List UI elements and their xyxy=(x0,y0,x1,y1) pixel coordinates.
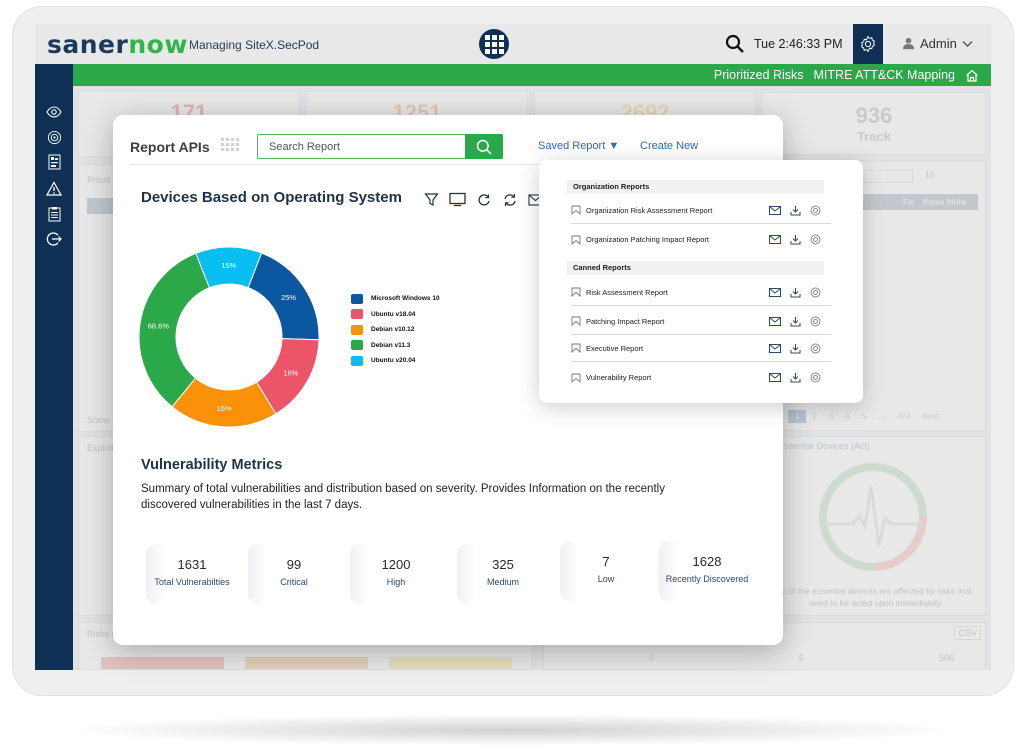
settings-icon[interactable] xyxy=(810,234,821,245)
report-search-input[interactable] xyxy=(258,135,464,158)
metric-card-low[interactable]: 7 Low xyxy=(560,541,652,601)
mail-icon[interactable] xyxy=(769,343,781,353)
settings-flower-icon[interactable] xyxy=(46,129,62,145)
chart-title: Devices Based on Operating System xyxy=(141,189,402,206)
report-item[interactable]: Organization Patching Impact Report xyxy=(571,226,831,253)
legend-swatch xyxy=(351,309,363,320)
report-item[interactable]: Executive Report xyxy=(571,335,831,362)
legend-swatch xyxy=(351,340,363,351)
clipboard-icon[interactable] xyxy=(46,206,62,222)
report-item[interactable]: Patching Impact Report xyxy=(571,308,831,335)
nav-mitre-mapping[interactable]: MITRE ATT&CK Mapping xyxy=(814,68,955,82)
settings-icon[interactable] xyxy=(810,205,821,216)
saved-report-dropdown[interactable]: Saved Report ▼ xyxy=(538,140,619,152)
managing-label: Managing xyxy=(189,38,242,52)
sub-navbar: Prioritized Risks MITRE ATT&CK Mapping xyxy=(73,64,991,86)
bookmark-icon[interactable] xyxy=(571,235,581,245)
report-item[interactable]: Vulnerability Report xyxy=(571,364,831,391)
drag-handle-icon[interactable] xyxy=(221,138,239,151)
user-menu[interactable]: Admin xyxy=(902,36,973,51)
settings-icon[interactable] xyxy=(810,343,821,354)
search-icon xyxy=(476,139,492,155)
saved-report-menu: Organization Reports Organization Risk A… xyxy=(539,160,863,403)
download-icon[interactable] xyxy=(790,316,801,327)
mail-icon[interactable] xyxy=(769,205,781,215)
top-header: sanernow Managing SiteX.SecPod Tue 2:46:… xyxy=(35,24,991,64)
metric-card-total[interactable]: 1631 Total Vulnerabilties xyxy=(146,544,238,604)
bookmark-icon[interactable] xyxy=(571,205,581,215)
chevron-down-icon xyxy=(962,40,973,47)
legend-item[interactable]: Microsoft Windows 10 xyxy=(351,291,440,307)
donut-data-label: 15% xyxy=(221,261,236,270)
report-item[interactable]: Risk Assessment Report xyxy=(571,279,831,306)
section-organization-reports: Organization Reports xyxy=(567,180,824,194)
download-icon[interactable] xyxy=(790,372,801,383)
device-shadow xyxy=(80,715,940,745)
mail-icon[interactable] xyxy=(769,316,781,326)
metric-card-recent[interactable]: 1628 Recently Discovered xyxy=(659,541,755,601)
legend-item[interactable]: Ubuntu v18.04 xyxy=(351,307,440,323)
os-donut-chart: 25% 16% 16% 68.6% 15% xyxy=(138,246,320,428)
managing-site: Managing SiteX.SecPod xyxy=(189,38,319,52)
eye-icon[interactable] xyxy=(46,104,62,120)
user-icon xyxy=(902,37,915,50)
home-icon[interactable] xyxy=(965,69,979,82)
metric-card-critical[interactable]: 99 Critical xyxy=(248,544,340,604)
bookmark-icon[interactable] xyxy=(571,373,581,383)
logo: sanernow xyxy=(47,30,188,59)
warning-icon[interactable] xyxy=(46,180,62,196)
donut-data-label: 16% xyxy=(283,368,298,377)
user-name: Admin xyxy=(920,36,957,51)
legend-swatch xyxy=(351,355,363,366)
vulnerability-metrics-title: Vulnerability Metrics xyxy=(141,457,283,473)
donut-data-label: 25% xyxy=(281,293,296,302)
search-icon[interactable] xyxy=(725,34,745,54)
settings-button[interactable] xyxy=(853,24,883,64)
panel-title: Report APIs xyxy=(130,139,210,155)
clock: Tue 2:46:33 PM xyxy=(754,37,843,51)
create-new-link[interactable]: Create New xyxy=(640,140,698,152)
bookmark-icon[interactable] xyxy=(571,287,581,297)
monitor-icon[interactable] xyxy=(449,191,466,208)
report-item[interactable]: Organization Risk Assessment Report xyxy=(571,197,831,224)
settings-icon[interactable] xyxy=(810,316,821,327)
section-canned-reports: Canned Reports xyxy=(567,261,824,275)
chart-toolbar xyxy=(423,191,544,208)
logout-icon[interactable] xyxy=(46,231,62,247)
download-icon[interactable] xyxy=(790,343,801,354)
download-icon[interactable] xyxy=(790,205,801,216)
donut-data-label: 68.6% xyxy=(148,322,170,331)
sidebar xyxy=(35,64,73,670)
metric-card-medium[interactable]: 325 Medium xyxy=(457,544,549,604)
legend-swatch xyxy=(351,324,363,335)
download-icon[interactable] xyxy=(790,234,801,245)
mail-icon[interactable] xyxy=(769,373,781,382)
bookmark-icon[interactable] xyxy=(571,343,581,353)
download-icon[interactable] xyxy=(790,287,801,298)
filter-icon[interactable] xyxy=(423,191,440,208)
apps-grid-button[interactable] xyxy=(479,29,509,59)
report-search-button[interactable] xyxy=(465,134,503,159)
refresh-icon[interactable] xyxy=(475,191,492,208)
legend-item[interactable]: Debian v10.12 xyxy=(351,322,440,338)
legend-item[interactable]: Debian v11.3 xyxy=(351,338,440,354)
chart-legend: Microsoft Windows 10 Ubuntu v18.04 Debia… xyxy=(351,291,440,369)
report-icon[interactable] xyxy=(46,154,62,170)
sync-icon[interactable] xyxy=(501,191,518,208)
gear-icon xyxy=(861,35,875,53)
divider xyxy=(130,164,550,165)
legend-item[interactable]: Ubuntu v20.04 xyxy=(351,353,440,369)
metric-card-high[interactable]: 1200 High xyxy=(350,544,442,604)
settings-icon[interactable] xyxy=(810,372,821,383)
mail-icon[interactable] xyxy=(769,235,781,244)
nav-prioritized-risks[interactable]: Prioritized Risks xyxy=(714,68,804,82)
settings-icon[interactable] xyxy=(810,287,821,298)
report-search xyxy=(257,134,503,159)
donut-data-label: 16% xyxy=(217,404,232,413)
legend-swatch xyxy=(351,293,363,304)
site-name[interactable]: SiteX.SecPod xyxy=(245,38,319,52)
mail-icon[interactable] xyxy=(769,287,781,297)
bookmark-icon[interactable] xyxy=(571,316,581,326)
vulnerability-metrics-description: Summary of total vulnerabilities and dis… xyxy=(141,483,665,511)
